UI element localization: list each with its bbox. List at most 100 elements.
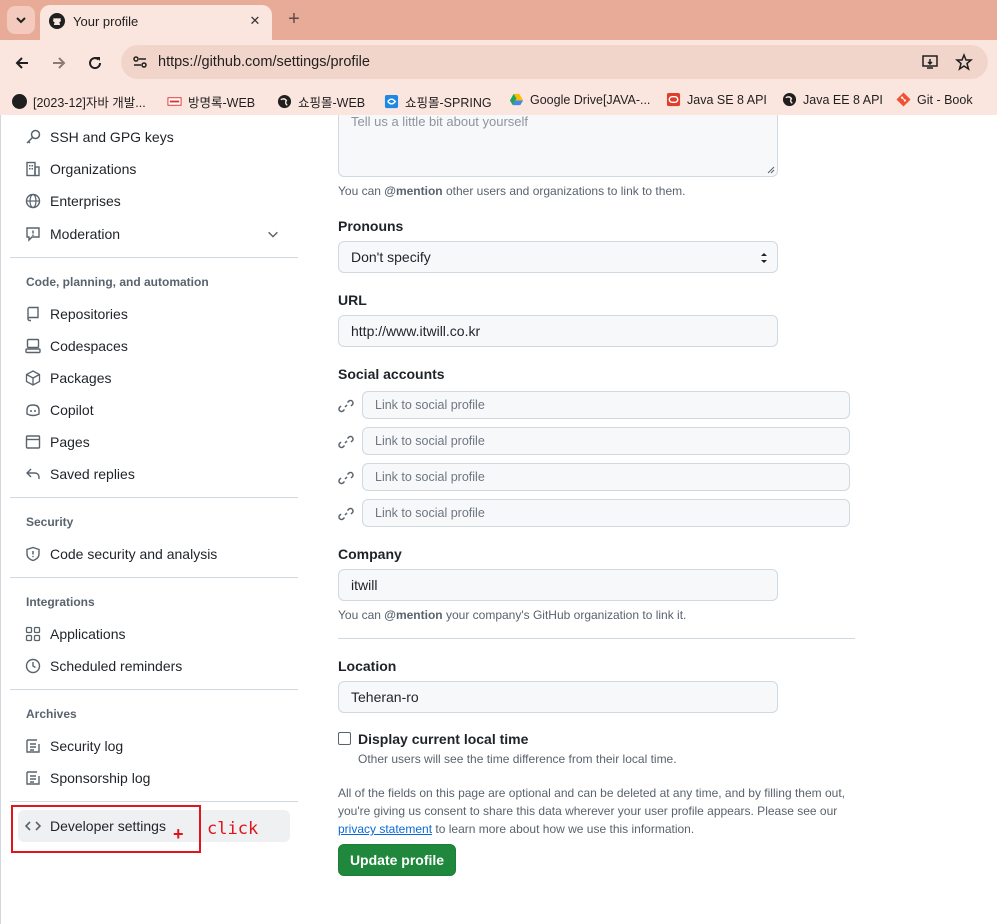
star-icon[interactable] xyxy=(955,53,973,71)
reload-button[interactable] xyxy=(82,50,108,76)
local-time-label[interactable]: Display current local time xyxy=(358,731,528,747)
browser-tabstrip: Your profile ✕ + xyxy=(0,0,997,40)
click-annotation-text: click xyxy=(207,819,259,839)
bio-note: You can @mention other users and organiz… xyxy=(338,184,685,198)
sidebar-item-label: Moderation xyxy=(50,226,121,242)
social-profile-input[interactable]: Link to social profile xyxy=(362,391,850,419)
privacy-text: to learn more about how we use this info… xyxy=(432,822,695,836)
sidebar-item-label: Copilot xyxy=(50,402,94,418)
clock-icon xyxy=(25,658,41,674)
url-value: http://www.itwill.co.kr xyxy=(351,323,481,339)
bookmark-item[interactable]: Java SE 8 API xyxy=(666,92,767,107)
sidebar-item-label: Security log xyxy=(50,738,124,754)
arrow-right-icon xyxy=(53,57,66,69)
form-divider xyxy=(338,638,855,639)
sidebar-item-organizations[interactable]: Organizations xyxy=(25,157,136,181)
note-mention: @mention xyxy=(384,608,443,622)
organization-icon xyxy=(26,161,40,177)
sidebar-item-repositories[interactable]: Repositories xyxy=(25,302,128,326)
copilot-icon xyxy=(26,404,40,417)
sidebar-divider xyxy=(10,689,298,690)
repo-icon xyxy=(27,306,39,322)
bookmark-item[interactable]: Java EE 8 API xyxy=(782,92,883,107)
sidebar-item-sponsorship-log[interactable]: Sponsorship log xyxy=(25,766,150,790)
sidebar-item-label: Codespaces xyxy=(50,338,128,354)
browser-tab[interactable]: Your profile ✕ xyxy=(40,5,272,40)
sidebar-item-pages[interactable]: Pages xyxy=(25,430,90,454)
forward-button[interactable] xyxy=(46,50,72,76)
social-placeholder: Link to social profile xyxy=(375,434,485,448)
resize-handle-icon[interactable] xyxy=(767,166,775,174)
report-icon xyxy=(26,227,40,242)
location-input[interactable]: Teheran-ro xyxy=(338,681,778,713)
sidebar-item-packages[interactable]: Packages xyxy=(25,366,111,390)
sidebar-item-label: Sponsorship log xyxy=(50,770,151,786)
social-profile-input[interactable]: Link to social profile xyxy=(362,499,850,527)
sidebar-item-label: Pages xyxy=(50,434,90,450)
pronouns-select[interactable]: Don't specify xyxy=(338,241,778,273)
sidebar-item-moderation[interactable]: Moderation xyxy=(25,222,285,246)
local-time-note: Other users will see the time difference… xyxy=(358,752,677,766)
url-input[interactable]: http://www.itwill.co.kr xyxy=(338,315,778,347)
social-accounts-label: Social accounts xyxy=(338,366,445,382)
tab-search-button[interactable] xyxy=(7,6,35,34)
github-icon xyxy=(12,94,27,109)
bookmark-item[interactable]: Google Drive[JAVA-... xyxy=(509,92,650,107)
codespaces-icon xyxy=(25,338,41,354)
new-tab-button[interactable]: + xyxy=(283,8,305,30)
sidebar-item-security-log[interactable]: Security log xyxy=(25,734,123,758)
sidebar-item-label: Code security and analysis xyxy=(50,546,218,562)
site-info-icon[interactable] xyxy=(131,53,149,71)
bookmark-item[interactable]: 쇼핑몰-WEB xyxy=(277,92,365,111)
sidebar-item-copilot[interactable]: Copilot xyxy=(25,398,94,422)
sidebar-item-label: Scheduled reminders xyxy=(50,658,183,674)
link-icon xyxy=(338,471,354,485)
local-time-checkbox[interactable] xyxy=(338,732,351,745)
shield-icon xyxy=(26,546,40,562)
globe-icon xyxy=(782,92,797,107)
company-input[interactable]: itwill xyxy=(338,569,778,601)
sidebar-item-enterprises[interactable]: Enterprises xyxy=(25,189,121,213)
bookmark-item[interactable]: 방명록-WEB xyxy=(167,92,255,111)
bookmark-item[interactable]: [2023-12]자바 개발... xyxy=(12,92,146,111)
close-tab-icon[interactable]: ✕ xyxy=(246,12,264,30)
bookmark-label: Java EE 8 API xyxy=(803,92,883,107)
link-icon xyxy=(338,435,354,449)
sidebar-item-ssh-gpg-keys[interactable]: SSH and GPG keys xyxy=(25,125,174,149)
bookmark-item[interactable]: 쇼핑몰-SPRING xyxy=(384,92,492,111)
privacy-statement-link[interactable]: privacy statement xyxy=(338,822,432,836)
sidebar-item-applications[interactable]: Applications xyxy=(25,622,126,646)
sidebar-item-scheduled-reminders[interactable]: Scheduled reminders xyxy=(25,654,182,678)
bookmark-label: 쇼핑몰-SPRING xyxy=(405,96,492,110)
location-label: Location xyxy=(338,658,397,674)
back-button[interactable] xyxy=(9,50,35,76)
bookmarks-bar: [2023-12]자바 개발... 방명록-WEB 쇼핑몰-WEB 쇼핑몰-SP… xyxy=(0,85,997,115)
package-icon xyxy=(25,370,41,386)
sidebar-section-heading: Integrations xyxy=(26,595,95,609)
privacy-text: All of the fields on this page are optio… xyxy=(338,786,845,818)
address-bar[interactable]: https://github.com/settings/profile xyxy=(121,45,988,79)
location-value: Teheran-ro xyxy=(351,689,419,705)
sidebar-item-label: Enterprises xyxy=(50,193,121,209)
chevron-down-icon[interactable] xyxy=(266,227,280,241)
key-icon xyxy=(26,129,41,144)
sidebar-divider xyxy=(10,497,298,498)
sidebar-item-code-security[interactable]: Code security and analysis xyxy=(25,542,217,566)
bookmark-label: 방명록-WEB xyxy=(188,96,256,110)
bio-textarea[interactable]: Tell us a little bit about yourself xyxy=(338,115,778,177)
arrow-left-icon xyxy=(15,57,28,69)
company-note: You can @mention your company's GitHub o… xyxy=(338,608,686,622)
install-app-icon[interactable] xyxy=(921,53,939,71)
tab-title: Your profile xyxy=(73,14,139,29)
bookmark-label: Java SE 8 API xyxy=(687,92,767,107)
bio-placeholder: Tell us a little bit about yourself xyxy=(351,115,529,129)
sidebar-item-codespaces[interactable]: Codespaces xyxy=(25,334,128,358)
note-mention: @mention xyxy=(384,184,443,198)
sidebar-item-saved-replies[interactable]: Saved replies xyxy=(25,462,135,486)
update-profile-button[interactable]: Update profile xyxy=(338,844,456,876)
bookmark-item[interactable]: Git - Book xyxy=(896,92,973,107)
social-placeholder: Link to social profile xyxy=(375,398,485,412)
social-profile-input[interactable]: Link to social profile xyxy=(362,427,850,455)
social-profile-input[interactable]: Link to social profile xyxy=(362,463,850,491)
url-text[interactable]: https://github.com/settings/profile xyxy=(158,54,370,70)
